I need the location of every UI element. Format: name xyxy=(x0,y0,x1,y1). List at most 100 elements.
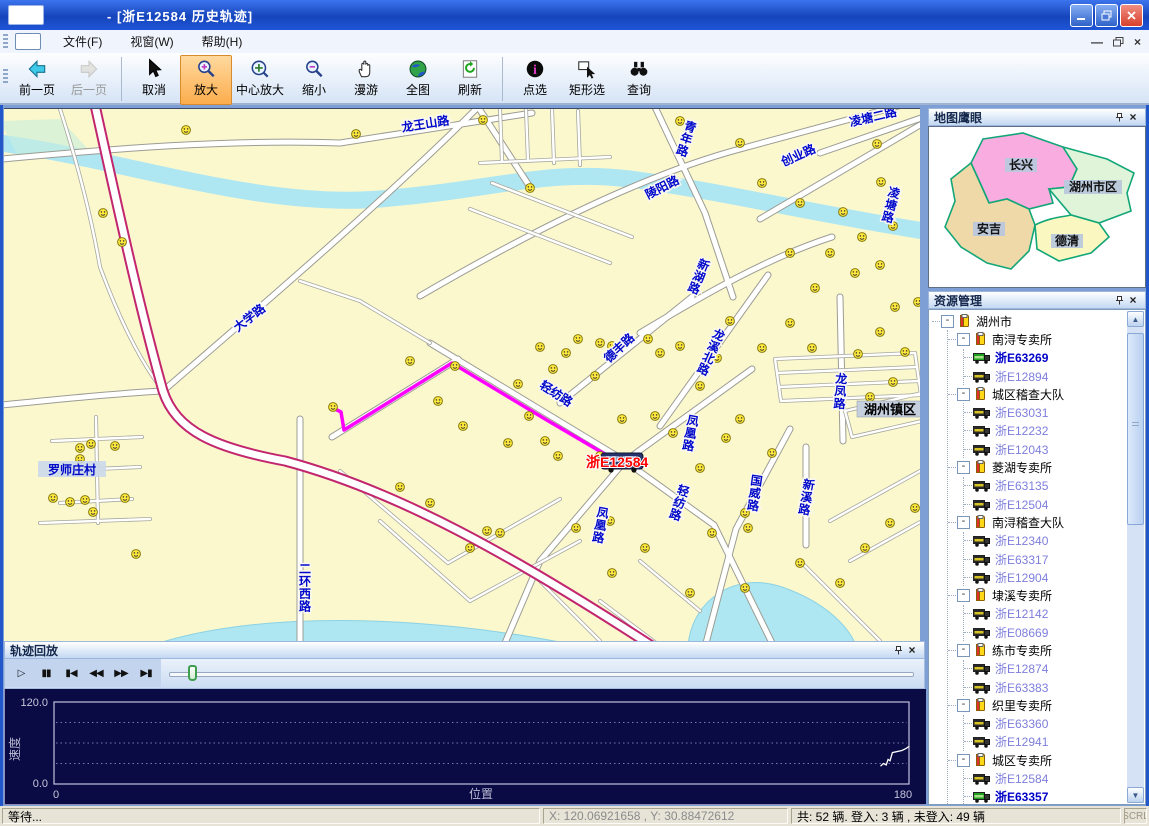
vehicle-marker[interactable] xyxy=(434,397,443,406)
mdi-close-button[interactable]: × xyxy=(1134,37,1141,47)
vehicle-marker[interactable] xyxy=(877,178,886,187)
tree-item-vehicle[interactable]: 浙E12232 xyxy=(964,422,1126,440)
vehicle-marker[interactable] xyxy=(656,349,665,358)
zoom-in-button[interactable]: 放大 xyxy=(180,55,232,105)
rect-select-button[interactable]: 矩形选 xyxy=(561,55,613,105)
vehicle-marker[interactable] xyxy=(861,544,870,553)
tree-item-group[interactable]: -菱湖专卖所 xyxy=(948,458,1126,476)
vehicle-marker[interactable] xyxy=(641,544,650,553)
overview-map-canvas[interactable]: 长兴湖州市区安吉德清 xyxy=(931,129,1141,279)
toolbar-grip[interactable] xyxy=(3,34,8,50)
vehicle-marker[interactable] xyxy=(49,494,58,503)
playback-slider[interactable] xyxy=(169,672,914,677)
collapse-icon[interactable]: - xyxy=(957,699,970,712)
vehicle-marker[interactable] xyxy=(811,284,820,293)
play-button[interactable]: ▷ xyxy=(10,662,32,684)
menu-item-file[interactable]: 文件(F) xyxy=(49,31,116,52)
zoom-out-button[interactable]: 缩小 xyxy=(288,55,340,105)
tree-item-vehicle[interactable]: 浙E63031 xyxy=(964,403,1126,421)
vehicle-marker[interactable] xyxy=(596,339,605,348)
close-button[interactable] xyxy=(1120,4,1143,27)
collapse-icon[interactable]: - xyxy=(941,315,954,328)
map-canvas[interactable]: 龙王山路青年路陵阳路创业路凌塘二路凌塘路新湖路大学路德丰路龙溪北路轻纺路轻纺路凤… xyxy=(4,109,920,641)
vehicle-marker[interactable] xyxy=(796,559,805,568)
vehicle-marker[interactable] xyxy=(118,238,127,247)
next-page-button[interactable]: 后一页 xyxy=(63,55,115,105)
mdi-restore-button[interactable] xyxy=(1113,37,1124,47)
vehicle-marker[interactable] xyxy=(562,349,571,358)
pause-button[interactable]: ▮▮ xyxy=(35,662,57,684)
vehicle-marker[interactable] xyxy=(182,126,191,135)
collapse-icon[interactable]: - xyxy=(957,644,970,657)
collapse-icon[interactable]: - xyxy=(957,754,970,767)
vehicle-marker[interactable] xyxy=(914,298,920,307)
tree-item-vehicle[interactable]: 浙E63317 xyxy=(964,550,1126,568)
vehicle-marker[interactable] xyxy=(89,508,98,517)
vehicle-marker[interactable] xyxy=(479,116,488,125)
scrollbar-thumb[interactable] xyxy=(1127,333,1144,525)
vehicle-marker[interactable] xyxy=(786,249,795,258)
menu-item-help[interactable]: 帮助(H) xyxy=(188,31,257,52)
vehicle-marker[interactable] xyxy=(526,184,535,193)
refresh-button[interactable]: 刷新 xyxy=(444,55,496,105)
vehicle-marker[interactable] xyxy=(873,140,882,149)
vehicle-marker[interactable] xyxy=(708,529,717,538)
vehicle-marker[interactable] xyxy=(858,233,867,242)
mdi-minimize-button[interactable]: — xyxy=(1091,37,1103,47)
tree-item-vehicle[interactable]: 浙E63383 xyxy=(964,678,1126,696)
pan-button[interactable]: 漫游 xyxy=(340,55,392,105)
tree-item-vehicle[interactable]: 浙E12584 xyxy=(964,769,1126,787)
vehicle-marker[interactable] xyxy=(329,403,338,412)
vehicle-marker[interactable] xyxy=(669,429,678,438)
vehicle-marker[interactable] xyxy=(854,350,863,359)
vehicle-marker[interactable] xyxy=(591,372,600,381)
tree-item-vehicle[interactable]: 浙E63269 xyxy=(964,349,1126,367)
restore-button[interactable] xyxy=(1095,4,1118,27)
vehicle-marker[interactable] xyxy=(111,442,120,451)
zoom-center-button[interactable]: 中心放大 xyxy=(232,55,288,105)
collapse-icon[interactable]: - xyxy=(957,333,970,346)
scroll-up-icon[interactable]: ▲ xyxy=(1127,311,1144,327)
vehicle-marker[interactable] xyxy=(466,544,475,553)
vehicle-marker[interactable] xyxy=(618,415,627,424)
collapse-icon[interactable]: - xyxy=(957,388,970,401)
vehicle-marker[interactable] xyxy=(81,496,90,505)
vehicle-marker[interactable] xyxy=(851,269,860,278)
vehicle-marker[interactable] xyxy=(121,494,130,503)
vehicle-marker[interactable] xyxy=(726,317,735,326)
vehicle-marker[interactable] xyxy=(901,348,910,357)
vehicle-marker[interactable] xyxy=(352,130,361,139)
tree-item-group[interactable]: -埭溪专卖所 xyxy=(948,586,1126,604)
tree-item-group[interactable]: -织里专卖所 xyxy=(948,696,1126,714)
close-icon[interactable]: × xyxy=(1126,293,1140,307)
tree-scrollbar[interactable]: ▲ ▼ xyxy=(1127,311,1144,803)
vehicle-marker[interactable] xyxy=(554,452,563,461)
vehicle-marker[interactable] xyxy=(644,335,653,344)
vehicle-marker[interactable] xyxy=(549,365,558,374)
vehicle-marker[interactable] xyxy=(808,344,817,353)
vehicle-marker[interactable] xyxy=(911,504,920,513)
tree-item-vehicle[interactable]: 浙E12340 xyxy=(964,532,1126,550)
vehicle-marker[interactable] xyxy=(396,483,405,492)
tree-item-vehicle[interactable]: 浙E12894 xyxy=(964,367,1126,385)
fast-forward-button[interactable]: ▶▶ xyxy=(110,662,132,684)
step-start-button[interactable]: ▮◀ xyxy=(60,662,82,684)
tree-item-vehicle[interactable]: 浙E12904 xyxy=(964,568,1126,586)
vehicle-marker[interactable] xyxy=(826,249,835,258)
vehicle-marker[interactable] xyxy=(514,380,523,389)
minimize-button[interactable] xyxy=(1070,4,1093,27)
vehicle-marker[interactable] xyxy=(876,261,885,270)
vehicle-marker[interactable] xyxy=(572,524,581,533)
vehicle-marker[interactable] xyxy=(426,499,435,508)
vehicle-marker[interactable] xyxy=(132,550,141,559)
vehicle-marker[interactable] xyxy=(574,335,583,344)
close-icon[interactable]: × xyxy=(905,643,919,657)
vehicle-marker[interactable] xyxy=(451,362,460,371)
rewind-button[interactable]: ◀◀ xyxy=(85,662,107,684)
vehicle-marker[interactable] xyxy=(891,303,900,312)
vehicle-marker[interactable] xyxy=(676,342,685,351)
vehicle-marker[interactable] xyxy=(525,412,534,421)
vehicle-marker[interactable] xyxy=(839,208,848,217)
vehicle-marker[interactable] xyxy=(758,344,767,353)
vehicle-marker[interactable] xyxy=(66,498,75,507)
